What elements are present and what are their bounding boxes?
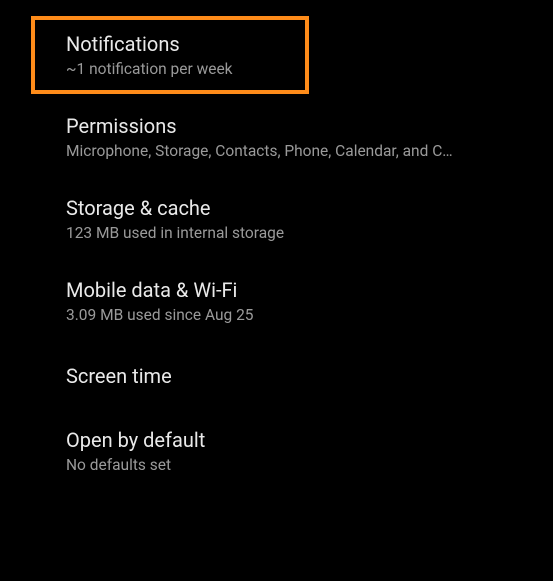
settings-item-storage-cache[interactable]: Storage & cache 123 MB used in internal … xyxy=(0,178,553,260)
settings-item-subtitle: 3.09 MB used since Aug 25 xyxy=(66,306,531,324)
settings-item-open-by-default[interactable]: Open by default No defaults set xyxy=(0,410,553,492)
settings-item-subtitle: No defaults set xyxy=(66,456,531,474)
app-info-settings: Notifications ~1 notification per week P… xyxy=(0,0,553,581)
settings-item-title: Notifications xyxy=(66,32,553,56)
settings-list: Notifications ~1 notification per week P… xyxy=(0,0,553,492)
settings-item-subtitle: ~1 notification per week xyxy=(66,60,531,78)
settings-item-title: Storage & cache xyxy=(66,196,553,220)
settings-item-subtitle: 123 MB used in internal storage xyxy=(66,224,531,242)
settings-item-permissions[interactable]: Permissions Microphone, Storage, Contact… xyxy=(0,96,553,178)
settings-item-title: Screen time xyxy=(66,364,553,388)
settings-item-mobile-data-wifi[interactable]: Mobile data & Wi-Fi 3.09 MB used since A… xyxy=(0,260,553,342)
settings-item-title: Permissions xyxy=(66,114,553,138)
settings-item-title: Mobile data & Wi-Fi xyxy=(66,278,553,302)
settings-item-title: Open by default xyxy=(66,428,553,452)
settings-item-screen-time[interactable]: Screen time xyxy=(0,342,553,410)
settings-item-notifications[interactable]: Notifications ~1 notification per week xyxy=(0,14,553,96)
settings-item-subtitle: Microphone, Storage, Contacts, Phone, Ca… xyxy=(66,142,531,160)
